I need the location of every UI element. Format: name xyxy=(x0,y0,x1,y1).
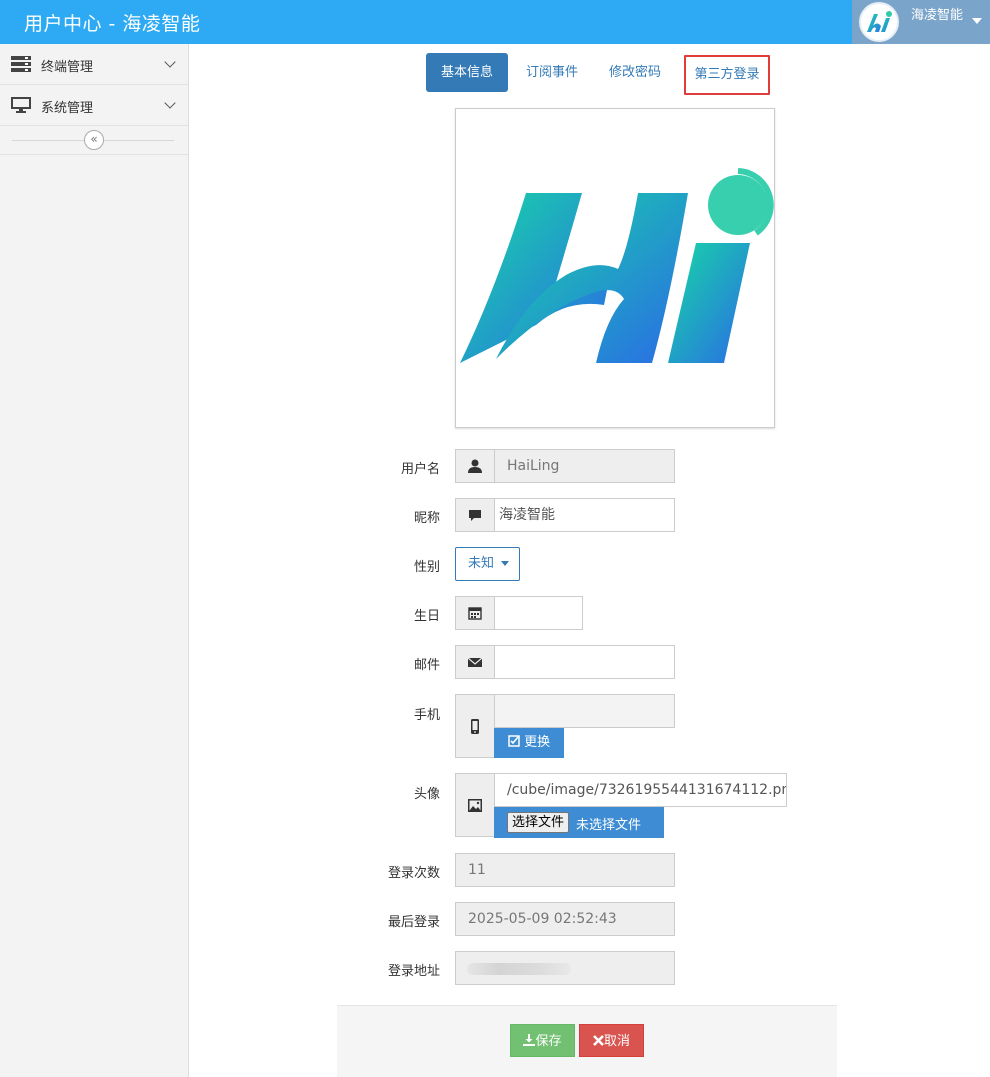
phone-field[interactable] xyxy=(494,694,675,728)
user-menu[interactable]: 海凌智能 xyxy=(852,0,990,44)
picture-icon-addon xyxy=(455,773,495,837)
download-icon xyxy=(523,1034,536,1046)
envelope-icon xyxy=(468,657,482,667)
collapse-sidebar-button[interactable]: « xyxy=(84,130,104,150)
save-button[interactable]: 保存 xyxy=(510,1024,575,1057)
user-name[interactable]: 海凌智能 xyxy=(911,4,963,23)
no-file-chosen-text: 未选择文件 xyxy=(576,818,642,833)
avatar-label: 头像 xyxy=(413,787,440,802)
user-avatar[interactable] xyxy=(859,2,899,42)
email-label: 邮件 xyxy=(413,658,440,673)
tab-basic-info[interactable]: 基本信息 xyxy=(426,53,508,92)
calendar-icon xyxy=(468,607,482,620)
username-field[interactable]: HaiLing xyxy=(494,449,675,483)
gender-dropdown[interactable]: 未知 xyxy=(455,547,520,581)
avatar-path-input[interactable]: /cube/image/7326195544131674112.png xyxy=(494,773,787,807)
chevron-down-icon xyxy=(164,97,176,109)
app-title: 用户中心 - 海凌智能 xyxy=(24,13,201,35)
monitor-icon xyxy=(11,97,31,113)
close-icon xyxy=(593,1035,604,1046)
calendar-icon-addon xyxy=(455,596,495,630)
nickname-label: 昵称 xyxy=(413,511,440,526)
caret-down-icon xyxy=(501,561,510,566)
birthday-label: 生日 xyxy=(413,609,440,624)
edit-check-icon xyxy=(508,735,520,747)
login-count-label: 登录次数 xyxy=(387,866,440,881)
envelope-icon-addon xyxy=(455,645,495,679)
sidebar-item-system[interactable]: 系统管理 xyxy=(0,85,188,126)
chevron-down-icon xyxy=(164,56,176,68)
tab-subscribe-events[interactable]: 订阅事件 xyxy=(512,53,592,92)
login-address-label: 登录地址 xyxy=(387,964,440,979)
comment-icon-addon xyxy=(455,498,495,532)
last-login-field: 2025-05-09 02:52:43 xyxy=(455,902,675,936)
redacted-blur xyxy=(467,963,571,975)
sidebar-collapse-row: « xyxy=(0,126,188,155)
username-label: 用户名 xyxy=(400,462,440,477)
gender-selected: 未知 xyxy=(468,556,495,571)
user-icon-addon xyxy=(455,449,495,483)
avatar-file-picker[interactable]: 选择文件 未选择文件 xyxy=(494,807,664,838)
brand-logo-icon xyxy=(460,168,774,363)
tab-change-password[interactable]: 修改密码 xyxy=(596,53,674,92)
last-login-label: 最后登录 xyxy=(387,915,440,930)
cancel-button[interactable]: 取消 xyxy=(579,1024,644,1057)
mobile-icon xyxy=(471,719,479,734)
birthday-input[interactable] xyxy=(494,596,583,630)
mobile-icon-addon xyxy=(455,694,495,758)
nickname-input[interactable]: 海凌智能 xyxy=(494,498,675,532)
save-label: 保存 xyxy=(535,1034,562,1049)
sidebar-item-terminal[interactable]: 终端管理 xyxy=(0,44,188,85)
choose-file-button[interactable]: 选择文件 xyxy=(507,812,570,833)
phone-label: 手机 xyxy=(413,708,440,723)
sidebar-item-label: 终端管理 xyxy=(41,60,94,75)
login-count-field: 11 xyxy=(455,853,675,887)
avatar-preview xyxy=(455,108,775,428)
picture-icon xyxy=(468,799,482,812)
sidebar: 终端管理 系统管理 « xyxy=(0,44,189,1077)
change-phone-button[interactable]: 更换 xyxy=(494,728,564,758)
email-input[interactable] xyxy=(494,645,675,679)
cancel-label: 取消 xyxy=(603,1034,630,1049)
server-icon xyxy=(11,56,31,72)
brand-logo-icon xyxy=(867,11,892,32)
user-icon xyxy=(468,459,482,473)
sidebar-item-label: 系统管理 xyxy=(41,101,94,116)
tab-third-party-login[interactable]: 第三方登录 xyxy=(684,55,770,95)
top-header: 用户中心 - 海凌智能 海凌智能 xyxy=(0,0,990,44)
caret-down-icon[interactable] xyxy=(972,18,982,24)
change-phone-label: 更换 xyxy=(524,735,551,750)
gender-label: 性别 xyxy=(413,560,440,575)
comment-icon xyxy=(469,510,481,521)
